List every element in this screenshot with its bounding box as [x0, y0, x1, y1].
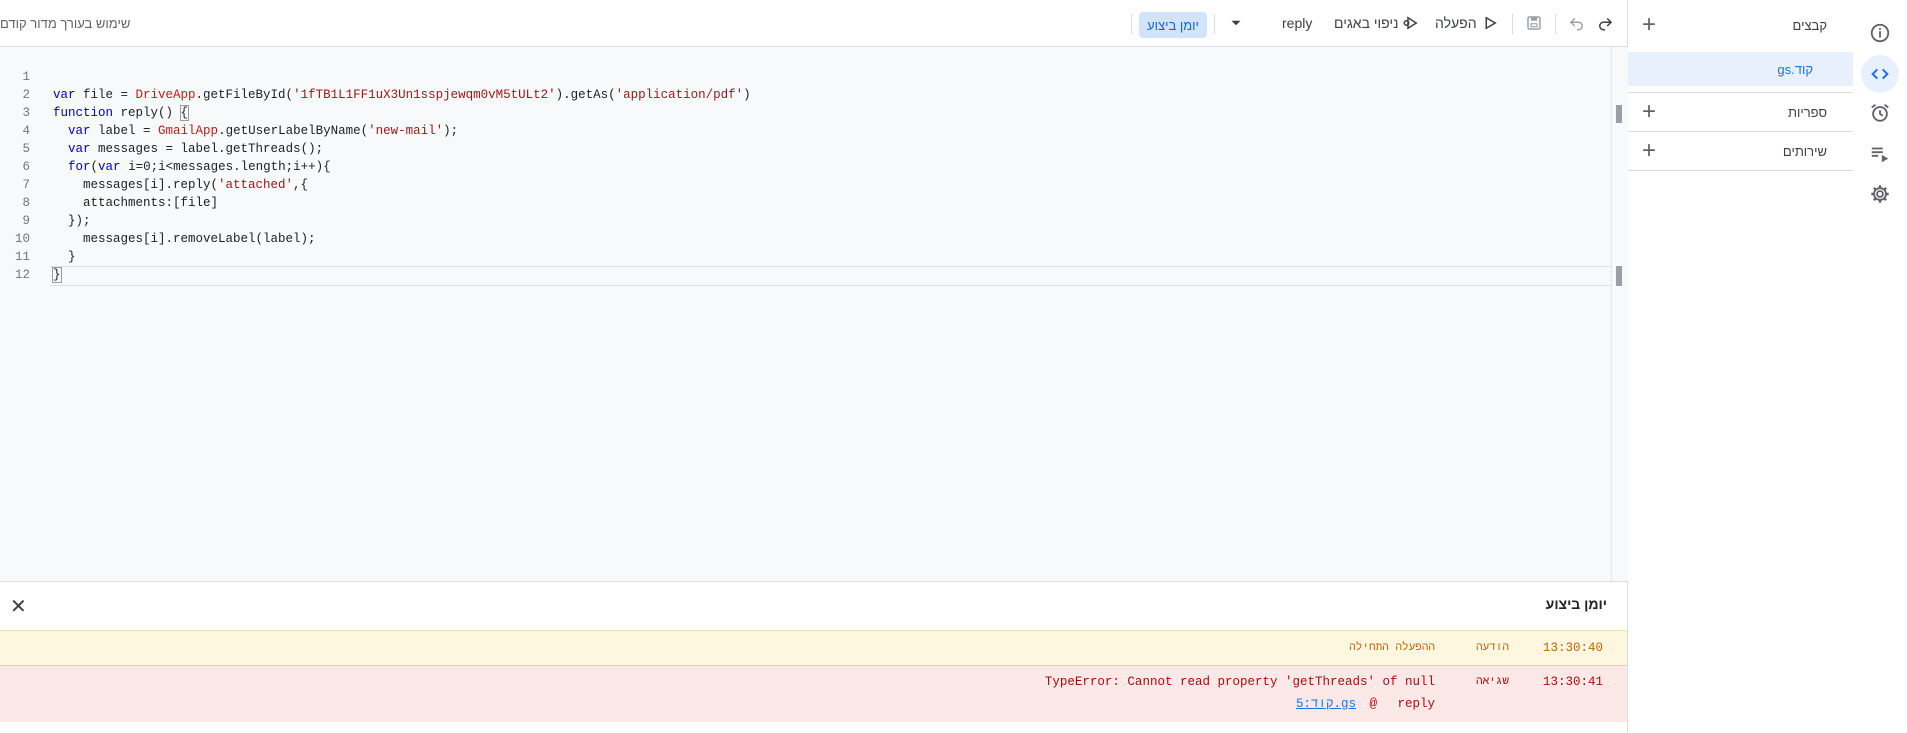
gear-icon[interactable] — [1861, 175, 1899, 213]
log-trace-func: reply — [1397, 697, 1435, 711]
side-rail — [1852, 0, 1907, 732]
code-line: function reply() { — [53, 105, 189, 121]
line-number: 10 — [14, 232, 30, 246]
execution-log-button[interactable]: יומן ביצוע — [1139, 12, 1207, 38]
code-line: messages[i].removeLabel(label); — [53, 232, 316, 246]
divider — [1628, 92, 1853, 93]
code-line: var label = GmailApp.getUserLabelByName(… — [68, 124, 459, 138]
dropdown-icon[interactable] — [1227, 12, 1245, 34]
info-icon[interactable] — [1861, 14, 1899, 52]
add-file-plus-icon[interactable]: + — [1642, 13, 1656, 37]
log-row: 13:30:41 שגיאה TypeError: Cannot read pr… — [0, 665, 1627, 722]
alarm-clock-icon[interactable] — [1861, 94, 1899, 132]
code-line: for(var i=0;i<messages.length;i++){ — [68, 160, 331, 174]
code-editor[interactable]: 1 2 3 4 5 6 7 8 9 10 11 12 var file = DriveApp.getF… — [0, 47, 1628, 581]
log-level: הודעה — [1475, 642, 1509, 654]
use-legacy-editor-link[interactable]: שימוש בעורך מדור קודם — [0, 12, 130, 34]
line-number: 12 — [14, 268, 30, 282]
redo-icon[interactable] — [1596, 12, 1614, 34]
files-header: קבצים + — [1628, 7, 1853, 43]
libraries-header: ספריות + — [1628, 94, 1853, 130]
line-number: 9 — [22, 214, 30, 228]
function-select[interactable]: reply — [1282, 12, 1312, 34]
code-content[interactable]: var file = DriveApp.getFileById('1fTB1L1… — [52, 68, 751, 284]
divider — [1628, 170, 1853, 171]
execution-log-title: יומן ביצוע — [1545, 596, 1607, 612]
undo-icon[interactable] — [1568, 12, 1586, 34]
line-number: 2 — [22, 88, 30, 102]
line-number: 5 — [22, 142, 30, 156]
line-number: 1 — [22, 70, 30, 84]
divider — [1628, 131, 1853, 132]
code-line: } — [52, 267, 62, 283]
line-numbers: 1 2 3 4 5 6 7 8 9 10 11 12 — [0, 68, 30, 284]
libraries-label: ספריות — [1787, 104, 1827, 120]
code-line: messages[i].reply('attached',{ — [53, 178, 309, 192]
toolbar-divider — [1214, 14, 1215, 34]
line-number: 3 — [22, 106, 30, 120]
line-number: 8 — [22, 196, 30, 210]
scroll-marker — [1616, 266, 1622, 286]
line-number: 7 — [22, 178, 30, 192]
code-line: var messages = label.getThreads(); — [68, 142, 324, 156]
line-number: 6 — [22, 160, 30, 174]
run-button[interactable]: הפעלה — [1435, 12, 1499, 34]
log-trace-at: @ — [1369, 697, 1377, 711]
toolbar-divider — [1512, 14, 1513, 34]
code-line: }); — [53, 214, 91, 228]
log-time: 13:30:40 — [1542, 641, 1603, 655]
line-number: 4 — [22, 124, 30, 138]
code-icon[interactable] — [1861, 55, 1899, 93]
code-line: var file = DriveApp.getFileById('1fTB1L1… — [53, 88, 751, 102]
code-line: } — [53, 250, 76, 264]
services-label: שירותים — [1782, 143, 1827, 159]
scroll-marker — [1616, 105, 1622, 123]
execution-log-panel: יומן ביצוע ✕ 13:30:40 הודעה ההפעלה התחיל… — [0, 581, 1627, 733]
editor-toolbar: שימוש בעורך מדור קודם יומן ביצוע reply נ… — [0, 0, 1627, 47]
add-service-plus-icon[interactable]: + — [1642, 139, 1656, 163]
files-label: קבצים — [1792, 17, 1827, 33]
debug-icon — [1402, 14, 1420, 32]
log-trace-link[interactable]: קוד:5.gs — [1296, 697, 1356, 711]
add-library-plus-icon[interactable]: + — [1642, 100, 1656, 124]
file-item-code-gs[interactable]: קוד.gs — [1628, 52, 1853, 86]
close-icon[interactable]: ✕ — [10, 594, 27, 619]
vertical-scrollbar[interactable] — [1611, 47, 1628, 581]
run-icon — [1481, 14, 1499, 32]
log-level: שגיאה — [1475, 676, 1509, 688]
log-row: 13:30:40 הודעה ההפעלה התחילה — [0, 630, 1627, 666]
code-line: attachments:[file] — [53, 196, 219, 210]
debug-label: ניפוי באגים — [1334, 15, 1399, 31]
playlist-play-icon[interactable] — [1861, 135, 1899, 173]
log-time: 13:30:41 — [1542, 675, 1603, 689]
toolbar-divider — [1555, 14, 1556, 34]
run-label: הפעלה — [1435, 15, 1477, 31]
log-message: ההפעלה התחילה — [1349, 642, 1435, 654]
line-number: 11 — [14, 250, 30, 264]
files-panel: קבצים + קוד.gs ספריות + שירותים + — [1627, 0, 1853, 732]
log-message: TypeError: Cannot read property 'getThre… — [1044, 675, 1435, 689]
debug-button[interactable]: ניפוי באגים — [1334, 12, 1420, 34]
toolbar-divider — [1131, 14, 1132, 34]
save-icon[interactable] — [1525, 12, 1543, 34]
services-header: שירותים + — [1628, 133, 1853, 169]
